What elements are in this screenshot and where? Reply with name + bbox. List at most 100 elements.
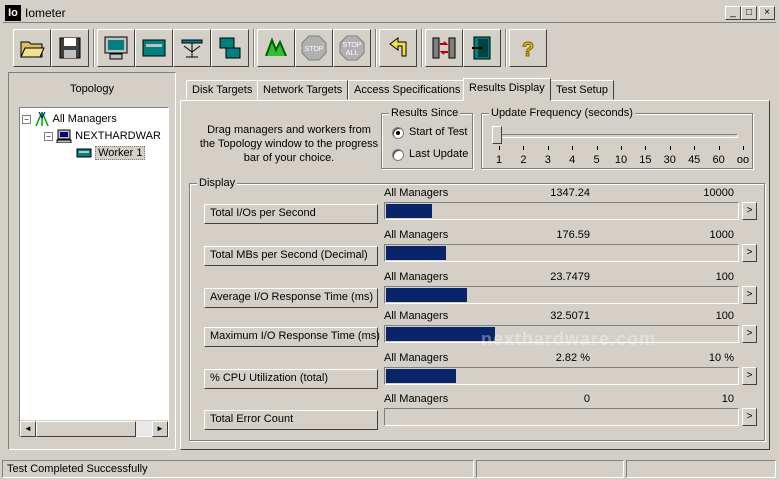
scroll-thumb[interactable]: [36, 421, 136, 437]
frequency-tick-label[interactable]: oo: [728, 154, 758, 166]
stop-all-button[interactable]: STOP ALL: [333, 29, 371, 67]
frequency-tick: [499, 146, 500, 150]
watermark: nexthardware.com: [481, 329, 657, 349]
status-message: Test Completed Successfully: [2, 460, 474, 478]
frequency-tick: [621, 146, 622, 150]
open-button[interactable]: [13, 29, 51, 67]
radio-last-update[interactable]: [392, 149, 404, 161]
metric-progress-bar[interactable]: [384, 367, 739, 385]
frequency-tick: [596, 146, 598, 150]
tree-label-manager: NEXTHARDWAR: [75, 130, 161, 142]
close-button[interactable]: ×: [759, 6, 775, 20]
metric-value: 2.82 %: [555, 352, 590, 364]
all-managers-icon: [34, 111, 50, 127]
tree-item-manager[interactable]: − NEXTHARDWAR: [44, 128, 161, 144]
metric-name-button[interactable]: Total MBs per Second (Decimal): [204, 246, 378, 266]
tab-disk-targets[interactable]: Disk Targets: [186, 80, 259, 100]
metric-value: 176.59: [556, 229, 590, 241]
worker-disk-icon: [76, 146, 92, 160]
metric-value: 1347.24: [550, 187, 590, 199]
disconnect-icon: [219, 37, 241, 59]
radio-label-start-of-test: Start of Test: [409, 126, 468, 138]
metric-select-button[interactable]: >: [742, 202, 757, 220]
minimize-button[interactable]: _: [725, 6, 741, 20]
stop-button[interactable]: STOP: [295, 29, 333, 67]
metric-source: All Managers: [384, 393, 449, 405]
reset-workers-button[interactable]: [379, 29, 417, 67]
frequency-tick: [572, 146, 574, 150]
stop-all-icon: STOPALL: [339, 35, 365, 61]
start-button[interactable]: [257, 29, 295, 67]
metric-name-button[interactable]: Average I/O Response Time (ms): [204, 288, 378, 308]
metric-value: 23.7479: [550, 271, 590, 283]
horizontal-scrollbar[interactable]: ◄ ►: [20, 420, 168, 437]
metric-name-button[interactable]: Total I/Os per Second: [204, 204, 378, 224]
metric-name-button[interactable]: % CPU Utilization (total): [204, 369, 378, 389]
new-network-worker-button[interactable]: [135, 29, 173, 67]
toolbar-separator: [93, 29, 95, 67]
topology-panel: Topology − All Managers − NEXTHARDWAR Wo…: [8, 72, 176, 450]
duplicate-worker-icon: [181, 39, 203, 58]
tab-test-setup[interactable]: Test Setup: [550, 80, 614, 100]
metric-source: All Managers: [384, 352, 449, 364]
metric-source: All Managers: [384, 271, 449, 283]
metric-select-button[interactable]: >: [742, 244, 757, 262]
metric-max: 10 %: [708, 352, 734, 364]
about-button[interactable]: ?: [509, 29, 547, 67]
refresh-icon: [432, 37, 456, 59]
stop-all-label: STOP: [343, 42, 362, 49]
frequency-tick: [669, 146, 671, 150]
metric-max: 10: [721, 393, 734, 405]
exit-button[interactable]: [463, 29, 501, 67]
metric-select-button[interactable]: >: [742, 408, 757, 426]
new-disk-worker-button[interactable]: [97, 29, 135, 67]
metric-progress-fill: [386, 327, 495, 341]
iometer-window: Io Iometer _ □ × STOP STOP ALL ? Topolog…: [0, 0, 779, 480]
metric-name-button[interactable]: Total Error Count: [204, 410, 378, 430]
scroll-right-button[interactable]: ►: [152, 421, 168, 437]
tree-item-all-managers[interactable]: − All Managers: [22, 111, 117, 127]
frequency-tick: [547, 146, 549, 150]
disconnect-button[interactable]: [211, 29, 249, 67]
update-frequency-title: Update Frequency (seconds): [489, 107, 635, 119]
save-icon: [59, 37, 81, 59]
frequency-slider-thumb[interactable]: [492, 126, 502, 144]
maximize-button[interactable]: □: [741, 6, 757, 20]
tree-item-worker[interactable]: Worker 1: [76, 145, 146, 161]
window-title: Iometer: [25, 6, 66, 20]
save-button[interactable]: [51, 29, 89, 67]
stop-label: STOP: [305, 46, 324, 53]
scroll-left-button[interactable]: ◄: [20, 421, 36, 437]
metric-progress-fill: [386, 288, 467, 302]
metric-progress-bar[interactable]: [384, 244, 739, 262]
metric-source: All Managers: [384, 229, 449, 241]
app-icon: Io: [5, 5, 21, 21]
metric-progress-bar[interactable]: [384, 202, 739, 220]
metric-max: 10000: [703, 187, 734, 199]
metric-max: 1000: [709, 229, 734, 241]
tab-results-display[interactable]: Results Display: [463, 78, 551, 101]
metric-progress-bar[interactable]: [384, 286, 739, 304]
metric-max: 100: [715, 310, 734, 322]
metric-name-button[interactable]: Maximum I/O Response Time (ms): [204, 327, 380, 347]
tab-access-specifications[interactable]: Access Specifications: [348, 80, 467, 100]
frequency-slider-track[interactable]: [494, 134, 738, 138]
metric-select-button[interactable]: >: [742, 367, 757, 385]
about-icon: ?: [521, 39, 534, 62]
metric-progress-bar[interactable]: [384, 408, 739, 426]
metric-select-button[interactable]: >: [742, 325, 757, 343]
status-bar: Test Completed Successfully: [0, 458, 779, 480]
refresh-button[interactable]: [425, 29, 463, 67]
update-frequency-group: Update Frequency (seconds) 1 2 3 4 5 10 15 30 45…: [481, 107, 753, 169]
tab-network-targets[interactable]: Network Targets: [257, 80, 349, 100]
display-title: Display: [197, 177, 238, 189]
display-group: Display All Managers 1347.24 10000 Total I/…: [189, 177, 765, 441]
frequency-tick: [645, 146, 647, 150]
metric-progress-fill: [386, 369, 456, 383]
metric-select-button[interactable]: >: [742, 286, 757, 304]
metric-source: All Managers: [384, 187, 449, 199]
collapse-icon[interactable]: −: [44, 131, 53, 141]
radio-start-of-test[interactable]: [392, 127, 404, 139]
collapse-icon[interactable]: −: [22, 114, 31, 124]
duplicate-worker-button[interactable]: [173, 29, 211, 67]
